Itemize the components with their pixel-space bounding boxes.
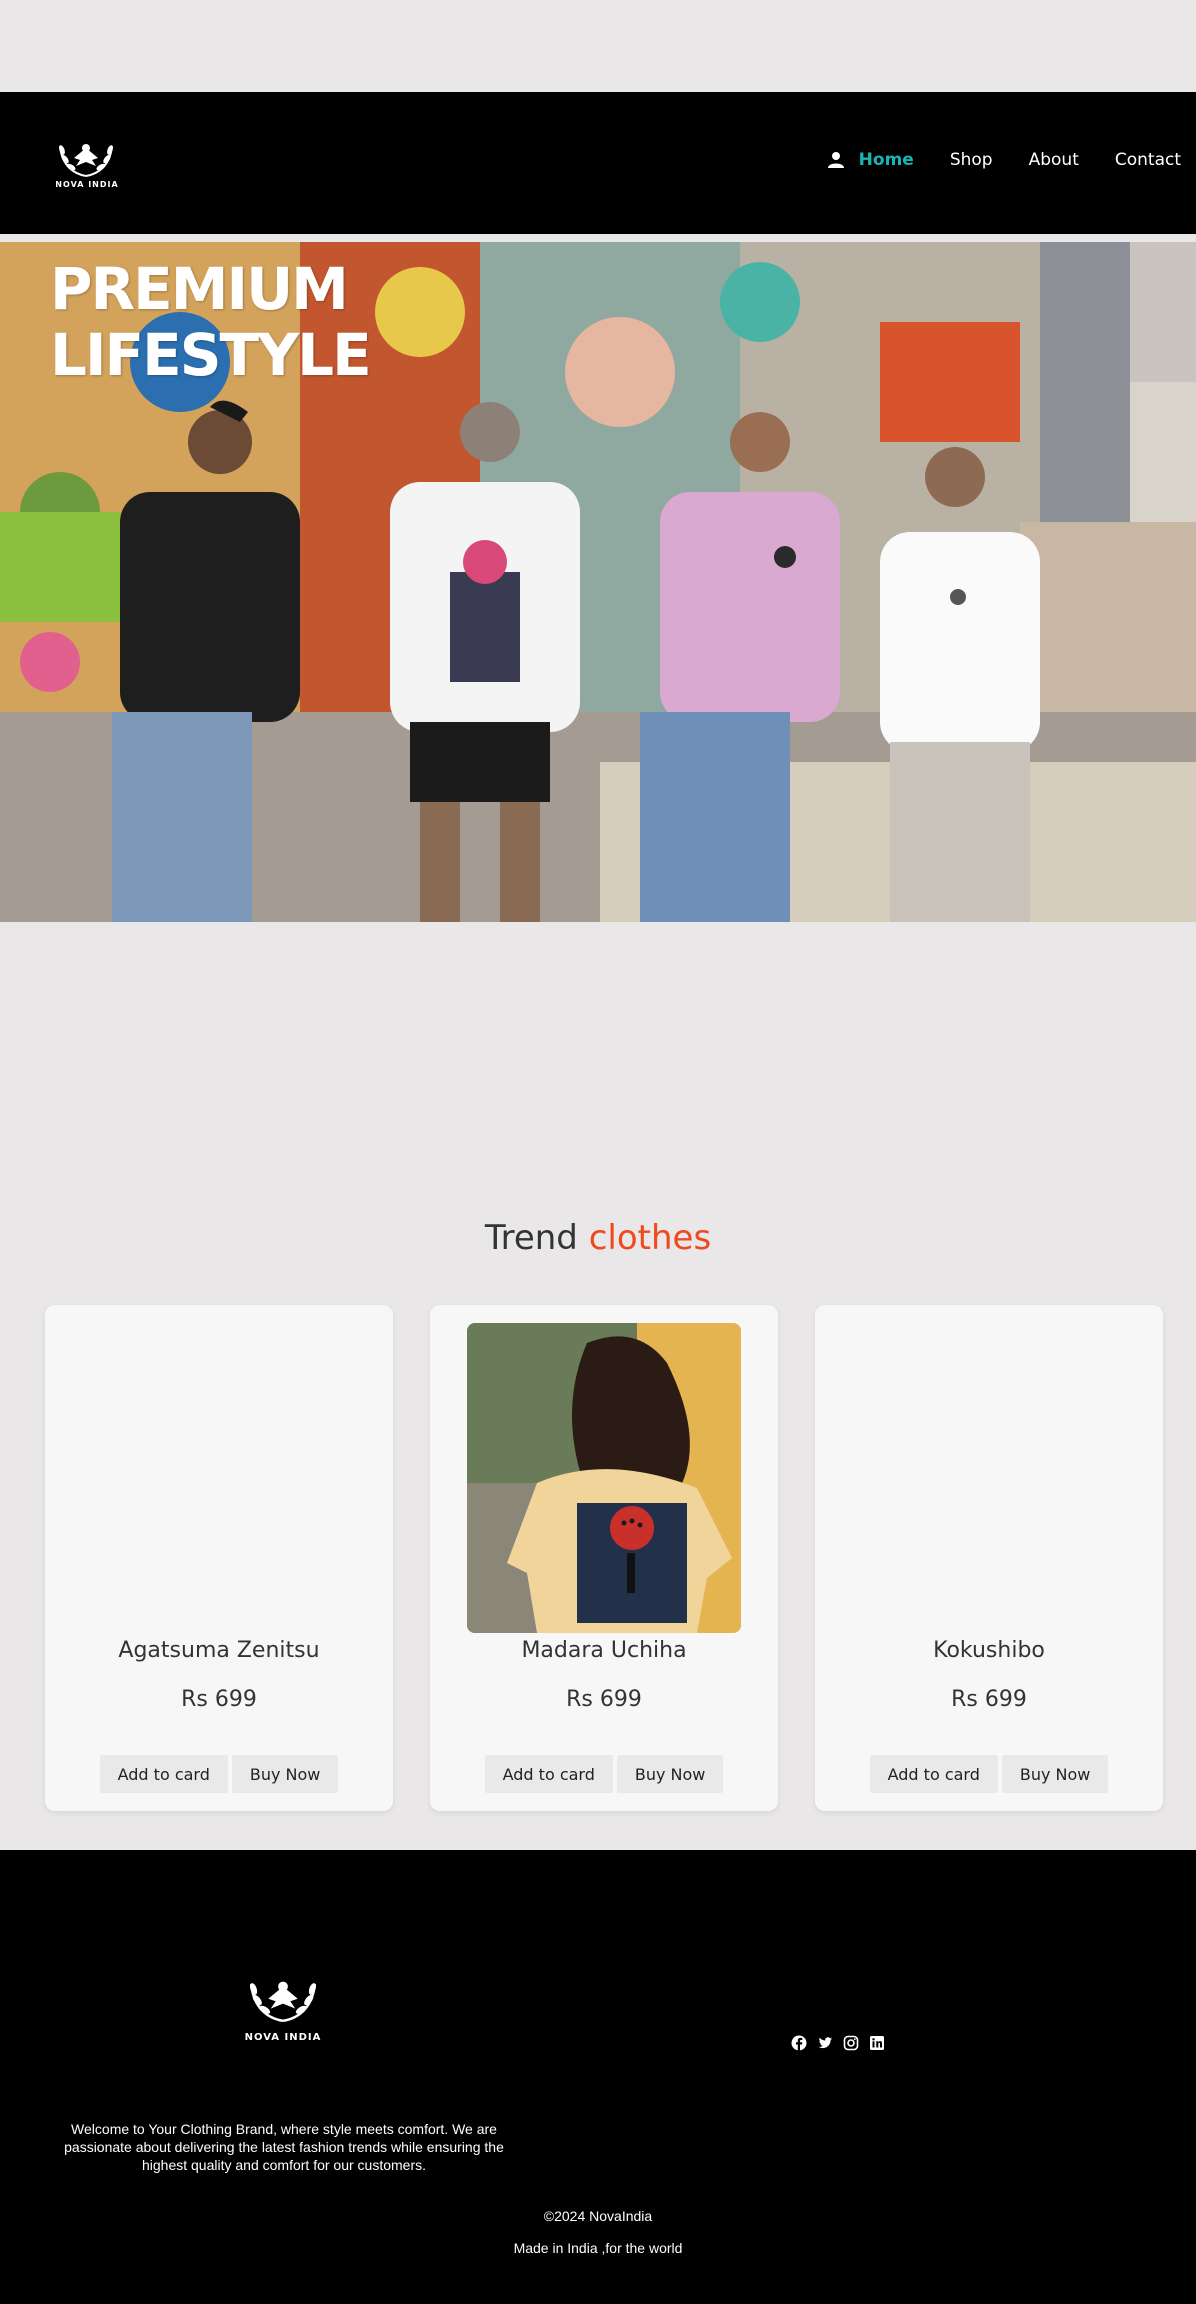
footer-made-in: Made in India ,for the world xyxy=(513,2240,683,2256)
nav-shop[interactable]: Shop xyxy=(950,150,993,170)
hero-title: PREMIUM LIFESTYLE xyxy=(50,255,372,389)
hero-title-line2: LIFESTYLE xyxy=(50,321,372,389)
twitter-icon[interactable] xyxy=(817,2035,833,2051)
add-to-cart-button[interactable]: Add to card xyxy=(484,1755,613,1793)
linkedin-icon[interactable] xyxy=(869,2035,885,2051)
product-name: Kokushibo xyxy=(933,1638,1045,1663)
add-to-cart-button[interactable]: Add to card xyxy=(99,1755,228,1793)
product-price: Rs 699 xyxy=(951,1687,1027,1712)
product-actions: Add to card Buy Now xyxy=(430,1755,778,1793)
product-actions: Add to card Buy Now xyxy=(45,1755,393,1793)
footer-wordmark: NOVA INDIA xyxy=(244,2032,322,2043)
product-card: Kokushibo Rs 699 Add to card Buy Now xyxy=(815,1305,1163,1811)
eagle-logo-icon[interactable] xyxy=(243,1962,323,2038)
hero-title-line1: PREMIUM xyxy=(50,255,349,323)
footer-description: Welcome to Your Clothing Brand, where st… xyxy=(64,2121,504,2173)
facebook-icon[interactable] xyxy=(791,2035,807,2051)
footer-copyright: ©2024 NovaIndia xyxy=(543,2208,653,2224)
section-title-accent: clothes xyxy=(588,1218,712,1258)
hero-banner: PREMIUM LIFESTYLE xyxy=(0,242,1196,922)
nav-home[interactable]: Home xyxy=(859,150,914,170)
product-actions: Add to card Buy Now xyxy=(815,1755,1163,1793)
buy-now-button[interactable]: Buy Now xyxy=(616,1755,724,1793)
product-image[interactable] xyxy=(467,1323,741,1633)
product-price: Rs 699 xyxy=(566,1687,642,1712)
product-card: Madara Uchiha Rs 699 Add to card Buy Now xyxy=(430,1305,778,1811)
buy-now-button[interactable]: Buy Now xyxy=(231,1755,339,1793)
product-name: Agatsuma Zenitsu xyxy=(118,1638,320,1663)
product-price: Rs 699 xyxy=(181,1687,257,1712)
product-image-placeholder[interactable] xyxy=(852,1323,1126,1633)
nav-about[interactable]: About xyxy=(1029,150,1079,170)
product-photo xyxy=(467,1323,741,1633)
instagram-icon[interactable] xyxy=(843,2035,859,2051)
main-nav: Home Shop About Contact xyxy=(827,150,1181,170)
social-links xyxy=(791,2035,885,2051)
user-icon[interactable] xyxy=(827,151,845,169)
product-card: Agatsuma Zenitsu Rs 699 Add to card Buy … xyxy=(45,1305,393,1811)
header-navbar: NOVA INDIA Home Shop About Contact xyxy=(0,92,1196,234)
logo-wordmark: NOVA INDIA xyxy=(55,180,119,189)
section-title: Trend clothes xyxy=(0,1218,1196,1258)
add-to-cart-button[interactable]: Add to card xyxy=(869,1755,998,1793)
product-name: Madara Uchiha xyxy=(521,1638,687,1663)
nav-contact[interactable]: Contact xyxy=(1115,150,1181,170)
footer: NOVA INDIA Welcome to Your Clothing Bran… xyxy=(0,1850,1196,2304)
section-title-plain: Trend xyxy=(484,1218,578,1258)
buy-now-button[interactable]: Buy Now xyxy=(1001,1755,1109,1793)
product-image-placeholder[interactable] xyxy=(82,1323,356,1633)
